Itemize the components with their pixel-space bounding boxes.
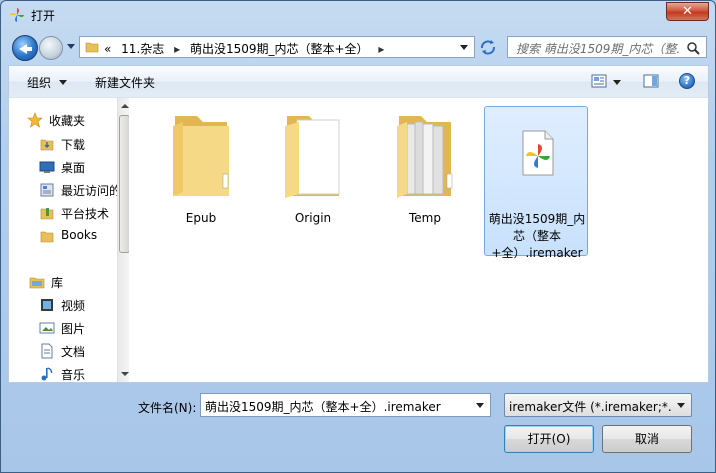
nav-library-label: 库: [51, 276, 64, 290]
file-list: Epub Origin Temp 萌出没1509期_内芯（整本+全）.irema…: [133, 98, 709, 382]
file-name: Epub: [185, 211, 217, 225]
open-button[interactable]: 打开(O): [504, 425, 594, 453]
nav-item-label: Books: [61, 228, 98, 242]
document-icon: [41, 343, 53, 359]
nav-item-label: 音乐: [61, 368, 86, 382]
filename-dropdown-icon[interactable]: [476, 403, 484, 408]
video-icon: [41, 299, 53, 311]
open-file-dialog: 打开 ✕ « 11.杂志 ▸ 萌出没1509期_内芯（整本+全） ▸ 搜索 萌出…: [0, 0, 716, 473]
iremaker-file-icon: [522, 130, 554, 176]
file-item-iremaker[interactable]: 萌出没1509期_内芯（整本+全）.iremaker: [484, 106, 588, 260]
pinned-folder-icon: [40, 208, 54, 220]
refresh-icon[interactable]: [477, 36, 499, 58]
filename-value: 萌出没1509期_内芯（整本+全）.iremaker: [205, 400, 441, 414]
filetype-value: iremaker文件 (*.iremaker;*.in: [509, 400, 671, 414]
folder-with-document-icon: [285, 116, 340, 198]
scroll-up-icon[interactable]: [121, 104, 129, 108]
search-placeholder: 搜索 萌出没1509期_内芯（整...: [516, 42, 680, 56]
search-icon[interactable]: [686, 41, 700, 55]
folder-with-pages-icon: [397, 116, 453, 198]
nav-item-label: 文档: [61, 345, 86, 359]
star-icon: [27, 112, 43, 128]
music-icon: [41, 367, 53, 381]
desktop-icon: [39, 161, 55, 173]
folder-icon: [40, 231, 54, 243]
preview-pane-icon[interactable]: [643, 74, 659, 88]
forward-button[interactable]: [39, 36, 63, 60]
nav-item-label: 图片: [61, 322, 86, 336]
cancel-button[interactable]: 取消: [602, 425, 692, 453]
file-name: Origin: [294, 211, 332, 225]
breadcrumb-item-magazine[interactable]: 11.杂志: [121, 42, 164, 56]
breadcrumb: « 11.杂志 ▸ 萌出没1509期_内芯（整本+全） ▸: [104, 40, 390, 57]
organize-button[interactable]: 组织: [27, 74, 51, 91]
folder-item-temp[interactable]: Temp: [373, 106, 477, 256]
file-name: Temp: [409, 211, 441, 225]
new-folder-button[interactable]: 新建文件夹: [95, 74, 155, 91]
close-button[interactable]: ✕: [666, 2, 709, 21]
nav-item-label: 下载: [61, 138, 86, 152]
breadcrumb-separator-icon[interactable]: ▸: [174, 42, 180, 56]
address-bar[interactable]: « 11.杂志 ▸ 萌出没1509期_内芯（整本+全） ▸: [79, 36, 475, 58]
nav-scrollbar[interactable]: [117, 98, 129, 382]
help-icon[interactable]: ?: [679, 73, 695, 89]
scroll-thumb[interactable]: [119, 115, 129, 253]
window-title: 打开: [31, 9, 56, 23]
close-icon: ✕: [682, 4, 693, 19]
folder-item-epub[interactable]: Epub: [149, 106, 253, 256]
filename-label: 文件名(N):: [138, 401, 197, 415]
file-name: 萌出没1509期_内芯（整本+全）.iremaker: [488, 212, 586, 260]
library-icon: [29, 277, 45, 289]
breadcrumb-item-current[interactable]: 萌出没1509期_内芯（整本+全）: [190, 42, 369, 56]
recent-pages-chevron-icon[interactable]: [67, 44, 75, 49]
filename-input[interactable]: 萌出没1509期_内芯（整本+全）.iremaker: [200, 393, 491, 417]
back-button[interactable]: [12, 35, 38, 61]
nav-favorites-label: 收藏夹: [49, 114, 86, 128]
folder-icon: [173, 116, 229, 196]
breadcrumb-separator-icon[interactable]: ▸: [378, 42, 384, 56]
nav-item-label: 平台技术: [61, 207, 110, 221]
download-folder-icon: [40, 139, 54, 151]
pinwheel-app-icon: [10, 8, 24, 22]
nav-item-label: 桌面: [61, 161, 86, 175]
picture-icon: [39, 322, 55, 334]
scroll-down-icon[interactable]: [121, 372, 129, 376]
nav-item-label: 视频: [61, 299, 86, 313]
command-toolbar: 组织 新建文件夹 ?: [8, 65, 709, 97]
view-dropdown-icon[interactable]: [613, 80, 621, 85]
address-dropdown-icon[interactable]: [460, 45, 468, 50]
recent-places-icon: [40, 183, 54, 197]
view-options-icon[interactable]: [591, 74, 607, 88]
content-area: 收藏夹 下载 桌面 最近访问的 平台技术 Books 库 视频 图片 文档 音乐…: [8, 97, 709, 383]
breadcrumb-overflow[interactable]: «: [104, 42, 111, 56]
filetype-select[interactable]: iremaker文件 (*.iremaker;*.in: [504, 393, 692, 417]
organize-dropdown-icon[interactable]: [59, 80, 67, 85]
search-input[interactable]: 搜索 萌出没1509期_内芯（整...: [507, 36, 707, 58]
folder-icon: [85, 42, 99, 53]
nav-item-label: 最近访问的: [61, 184, 122, 198]
filetype-dropdown-icon[interactable]: [677, 403, 685, 408]
navigation-pane: 收藏夹 下载 桌面 最近访问的 平台技术 Books 库 视频 图片 文档 音乐: [9, 98, 129, 382]
title-bar: 打开 ✕: [1, 1, 715, 29]
folder-item-origin[interactable]: Origin: [261, 106, 365, 256]
